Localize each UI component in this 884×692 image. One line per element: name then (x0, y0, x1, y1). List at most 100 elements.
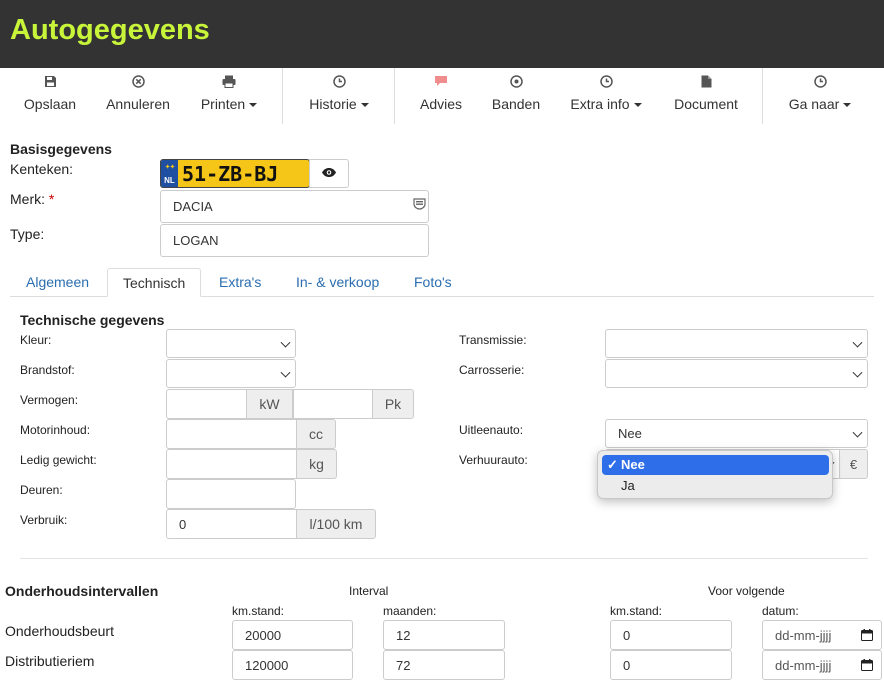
technisch-heading: Technische gegevens (20, 312, 165, 328)
datum-label: datum: (762, 604, 799, 618)
km-stand-label: km.stand: (232, 604, 285, 618)
verbruik-input[interactable]: 0 (166, 509, 297, 539)
verhuurauto-label: Verhuurauto: (459, 453, 528, 467)
chevron-down-icon (852, 367, 863, 378)
tyres-label: Banden (491, 96, 541, 112)
toolbar: Opslaan Annuleren Printen Historie Advie… (0, 68, 884, 124)
maanden-label: maanden: (383, 604, 437, 618)
required-marker: * (48, 191, 55, 207)
goto-menu-button[interactable]: Ga naar (778, 68, 862, 124)
chevron-down-icon (360, 103, 369, 108)
advice-label: Advies (419, 96, 463, 112)
distributieriem-date-input[interactable]: dd-mm-jjjj (762, 650, 882, 680)
toolbar-divider (762, 68, 763, 124)
document-button[interactable]: Document (666, 68, 746, 124)
advice-button[interactable]: Advies (410, 68, 472, 124)
onderhoud-heading: Onderhoudsintervallen (5, 583, 159, 599)
tab-fotos[interactable]: Foto's (399, 268, 467, 297)
distributieriem-label: Distributieriem (5, 653, 95, 669)
calendar-icon[interactable] (861, 659, 873, 674)
voor-volgende-label: Voor volgende (708, 584, 785, 598)
onderhoudsbeurt-next-km-input[interactable]: 0 (610, 620, 732, 650)
euro-unit: € (839, 449, 868, 479)
type-label: Type: (10, 226, 45, 242)
goto-label: Ga naar (788, 96, 840, 112)
verbruik-label: Verbruik: (20, 513, 68, 527)
onderhoudsbeurt-date-input[interactable]: dd-mm-jjjj (762, 620, 882, 650)
transmissie-select[interactable] (605, 329, 868, 358)
toolbar-divider (394, 68, 395, 124)
clock-icon (778, 75, 862, 95)
pk-unit: Pk (372, 389, 414, 419)
top-bar: Autogegevens (0, 0, 884, 68)
motorinhoud-input[interactable] (166, 419, 297, 449)
brand-logo-icon (413, 198, 426, 213)
merk-label: Merk: * (10, 191, 55, 207)
chevron-down-icon (280, 337, 291, 348)
kw-unit: kW (246, 389, 293, 419)
vermogen-kw-input[interactable] (166, 389, 247, 419)
extra-info-menu-button[interactable]: Extra info (562, 68, 650, 124)
chevron-down-icon (249, 103, 258, 108)
page-title: Autogegevens (10, 14, 210, 46)
license-plate-number: 51-ZB-BJ (182, 162, 279, 186)
interval-label: Interval (349, 584, 389, 598)
kleur-label: Kleur: (20, 333, 52, 347)
kenteken-label: Kenteken: (10, 161, 74, 177)
chevron-down-icon (280, 367, 291, 378)
deuren-label: Deuren: (20, 483, 63, 497)
deuren-input[interactable] (166, 479, 296, 509)
carrosserie-select[interactable] (605, 359, 868, 388)
tab-in-verkoop[interactable]: In- & verkoop (281, 268, 394, 297)
onderhoudsbeurt-maanden-input[interactable]: 12 (383, 620, 505, 650)
license-plate[interactable]: ✦✦ NL 51-ZB-BJ (160, 159, 310, 188)
clock-icon (562, 75, 650, 95)
document-label: Document (674, 96, 738, 112)
onderhoudsbeurt-km-input[interactable]: 20000 (232, 620, 353, 650)
view-plate-button[interactable] (309, 159, 349, 188)
brandstof-select[interactable] (166, 359, 296, 388)
chevron-down-icon (633, 103, 642, 108)
verbruik-unit: l/100 km (296, 509, 376, 539)
cc-unit: cc (296, 419, 336, 449)
calendar-icon[interactable] (861, 629, 873, 644)
brandstof-label: Brandstof: (20, 363, 75, 377)
print-label: Printen (200, 96, 246, 112)
toolbar-divider (282, 68, 283, 124)
next-km-stand-label: km.stand: (610, 604, 663, 618)
extra-info-label: Extra info (570, 96, 630, 112)
ledig-gewicht-input[interactable] (166, 449, 297, 479)
dropdown-option-nee[interactable]: ✓ Nee (602, 455, 829, 475)
chevron-down-icon (852, 337, 863, 348)
tab-extras[interactable]: Extra's (204, 268, 276, 297)
print-menu-button[interactable]: Printen (192, 68, 266, 124)
dropdown-option-ja[interactable]: Ja (602, 476, 829, 496)
distributieriem-maanden-input[interactable]: 72 (383, 650, 505, 680)
merk-input[interactable]: DACIA (160, 190, 429, 223)
distributieriem-km-input[interactable]: 120000 (232, 650, 353, 680)
clock-icon (298, 75, 380, 95)
history-label: Historie (309, 96, 357, 112)
document-icon (666, 75, 746, 95)
tab-technisch[interactable]: Technisch (107, 268, 202, 297)
basis-heading: Basisgegevens (10, 141, 112, 157)
cancel-button[interactable]: Annuleren (100, 68, 176, 124)
carrosserie-label: Carrosserie: (459, 363, 525, 377)
tab-algemeen[interactable]: Algemeen (11, 268, 104, 297)
vermogen-pk-input[interactable] (293, 389, 373, 419)
chevron-down-icon (843, 103, 852, 108)
printer-icon (192, 75, 266, 95)
uitleenauto-select[interactable]: Nee (605, 419, 868, 448)
eu-flag-icon: ✦✦ NL (161, 160, 178, 187)
kleur-select[interactable] (166, 329, 296, 358)
distributieriem-next-km-input[interactable]: 0 (610, 650, 732, 680)
tyres-button[interactable]: Banden (484, 68, 548, 124)
transmissie-label: Transmissie: (459, 333, 527, 347)
save-button[interactable]: Opslaan (18, 68, 82, 124)
history-menu-button[interactable]: Historie (298, 68, 380, 124)
cancel-label: Annuleren (106, 96, 170, 112)
type-input[interactable]: LOGAN (160, 224, 429, 257)
uitleenauto-label: Uitleenauto: (459, 423, 524, 437)
motorinhoud-label: Motorinhoud: (20, 423, 91, 437)
onderhoudsbeurt-label: Onderhoudsbeurt (5, 623, 114, 639)
